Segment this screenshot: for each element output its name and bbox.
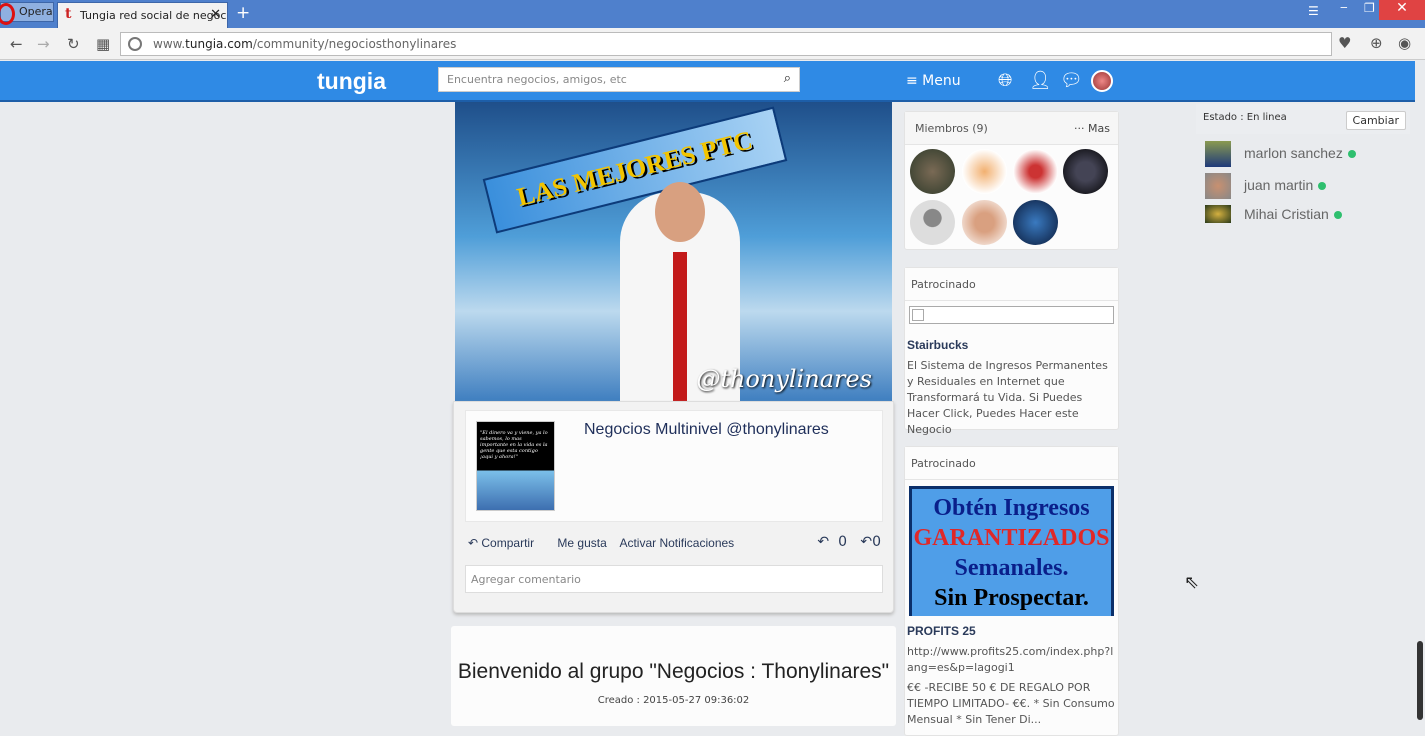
close-window-button[interactable]: ✕ (1379, 0, 1425, 20)
friend-name: juan martin (1244, 177, 1314, 193)
opera-menu-button[interactable]: Opera (0, 2, 54, 25)
tab-title: Tungia red social de negocios (80, 9, 228, 22)
member-avatar[interactable] (962, 149, 1007, 194)
favicon-icon: t (65, 6, 72, 22)
forward-button[interactable]: → (37, 35, 50, 53)
member-avatar[interactable] (1013, 200, 1058, 245)
logo[interactable]: tungia (317, 68, 386, 95)
globe-icon[interactable]: 🌐︎ (998, 70, 1012, 91)
thumbnail-quote: "El dinero va y viene, ya lo sabemos, lo… (480, 430, 548, 460)
address-bar-row: ← → ↻ ▦ www.tungia.com/community/negocio… (0, 28, 1425, 60)
cover-watermark: @thonylinares (696, 365, 872, 393)
sponsor-description: €€ -RECIBE 50 € DE REGALO POR TIEMPO LIM… (907, 681, 1115, 726)
mouse-cursor-icon: ⇖ (1184, 572, 1200, 593)
share-all-icon[interactable]: ↶ (860, 534, 872, 550)
friend-avatar (1205, 205, 1231, 223)
page-scrollbar[interactable] (1415, 61, 1425, 720)
comment-input[interactable]: Agregar comentario (465, 565, 883, 593)
speed-dial-icon[interactable]: ▦ (96, 35, 110, 53)
user-avatar[interactable] (1091, 70, 1113, 92)
share-count: 0 (872, 534, 881, 550)
sponsored-card-2: Patrocinado Obtén Ingresos GARANTIZADOS … (904, 446, 1119, 736)
friend-avatar (1205, 141, 1231, 167)
online-indicator-icon (1347, 150, 1356, 158)
friend-name: Mihai Cristian (1244, 206, 1329, 222)
site-header: tungia Encuentra negocios, amigos, etc ⌕… (0, 61, 1415, 102)
url-path: /community/negociosthonylinares (252, 37, 457, 51)
browser-tab-bar: Opera t Tungia red social de negocios ✕ … (0, 0, 1425, 28)
members-card: Miembros (9) ··· Mas (904, 111, 1119, 250)
sponsored-label: Patrocinado (911, 278, 976, 291)
reply-count: 0 (838, 534, 847, 550)
menu-button[interactable]: ≡ Menu (906, 73, 961, 89)
sponsor-name[interactable]: Stairbucks (905, 338, 1118, 352)
sponsored-label: Patrocinado (911, 457, 976, 470)
search-placeholder: Encuentra negocios, amigos, etc (447, 73, 627, 86)
chat-friend[interactable]: Mihai Cristian (1205, 205, 1405, 223)
more-members-link[interactable]: ··· Mas (1074, 122, 1110, 135)
member-avatar[interactable] (910, 200, 955, 245)
url-domain: tungia.com (185, 37, 253, 51)
share-button[interactable]: ↶ Compartir (468, 536, 544, 550)
chat-friend[interactable]: marlon sanchez (1205, 141, 1405, 167)
welcome-title: Bienvenido al grupo "Negocios : Thonylin… (457, 660, 890, 683)
minimize-button[interactable]: ‒ (1340, 0, 1348, 14)
sponsor-url[interactable]: http://www.profits25.com/index.php?lang=… (905, 644, 1118, 676)
friend-name: marlon sanchez (1244, 145, 1343, 161)
notifications-button[interactable]: Activar Notificaciones (619, 536, 734, 550)
change-status-button[interactable]: Cambiar (1345, 111, 1406, 130)
group-thumbnail[interactable]: "El dinero va y viene, ya lo sabemos, lo… (476, 421, 555, 511)
heart-icon[interactable]: ♥ (1338, 34, 1351, 52)
chat-status: Estado : En linea (1203, 112, 1287, 123)
sponsored-card-1: Patrocinado Stairbucks El Sistema de Ing… (904, 267, 1119, 436)
sponsor-name[interactable]: PROFITS 25 (905, 624, 1118, 638)
created-date: Creado : 2015-05-27 09:36:02 (597, 695, 750, 706)
search-input[interactable]: Encuentra negocios, amigos, etc ⌕ (438, 67, 800, 92)
tab-menu-icon[interactable]: ☰ (1308, 4, 1319, 18)
url-prefix: www. (153, 37, 186, 51)
group-title[interactable]: Negocios Multinivel @thonylinares (584, 421, 829, 439)
sponsor-description: El Sistema de Ingresos Permanentes y Res… (907, 359, 1108, 436)
browser-tab[interactable]: t Tungia red social de negocios ✕ (57, 2, 228, 28)
new-tab-button[interactable]: + (236, 3, 250, 23)
back-button[interactable]: ← (10, 35, 23, 53)
site-info-icon[interactable] (128, 37, 142, 51)
member-avatar[interactable] (1063, 149, 1108, 194)
messages-icon[interactable]: 💬︎ (1060, 70, 1083, 91)
ad-image-placeholder[interactable] (909, 306, 1114, 324)
welcome-card: Bienvenido al grupo "Negocios : Thonylin… (451, 626, 896, 726)
close-tab-icon[interactable]: ✕ (210, 7, 221, 22)
group-post: "El dinero va y viene, ya lo sabemos, lo… (453, 401, 894, 613)
ad-image[interactable]: Obtén Ingresos GARANTIZADOS Semanales. S… (909, 486, 1114, 616)
members-title: Miembros (9) (915, 122, 988, 135)
scrollbar-thumb[interactable] (1417, 641, 1423, 720)
member-avatar[interactable] (1013, 149, 1058, 194)
reply-icon[interactable]: ↶ (817, 534, 829, 550)
url-input[interactable]: www.tungia.com/community/negociosthonyli… (120, 32, 1332, 56)
group-cover-image: LAS MEJORES PTC @thonylinares (455, 102, 892, 401)
online-indicator-icon (1318, 182, 1327, 190)
download-icon[interactable]: ⊕ (1370, 34, 1383, 52)
member-avatar[interactable] (962, 200, 1007, 245)
friend-avatar (1205, 173, 1231, 199)
reload-button[interactable]: ↻ (67, 35, 80, 53)
maximize-button[interactable]: ❐ (1364, 1, 1375, 15)
member-avatar[interactable] (910, 149, 955, 194)
like-button[interactable]: Me gusta (557, 536, 606, 550)
chat-status-bar: Estado : En linea Cambiar (1196, 104, 1410, 134)
search-icon[interactable]: ⌕ (784, 71, 791, 86)
chat-friend[interactable]: juan martin (1205, 173, 1405, 199)
online-indicator-icon (1333, 211, 1342, 219)
add-friend-icon[interactable]: 👤︎ (1029, 70, 1052, 91)
account-icon[interactable]: ◉ (1398, 34, 1411, 52)
